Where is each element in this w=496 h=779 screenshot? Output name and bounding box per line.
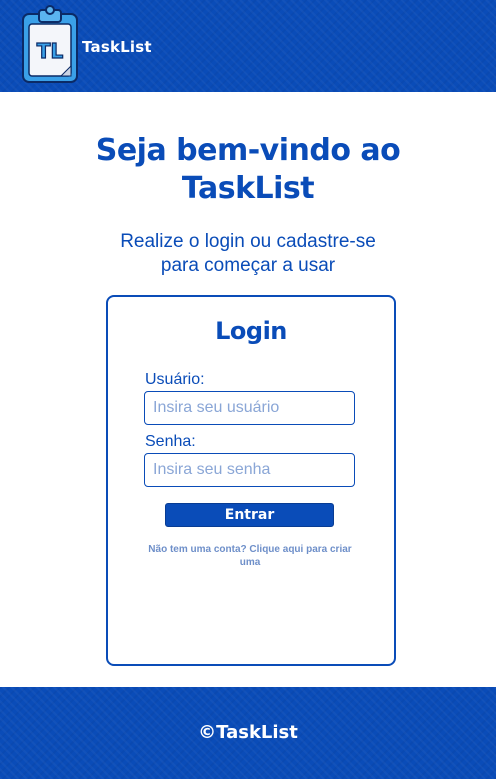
welcome-title-line2: TaskList [181, 171, 315, 206]
welcome-title-line1: Seja bem-vindo ao [95, 133, 401, 168]
login-button[interactable]: Entrar [165, 503, 334, 527]
welcome-title: Seja bem-vindo ao TaskList [0, 132, 496, 208]
welcome-subtitle-line1: Realize o login ou cadastre-se [120, 231, 376, 252]
logo-text: TL [37, 39, 64, 63]
login-title: Login [215, 317, 287, 345]
brand-name: TaskList [82, 38, 152, 56]
app-footer: ©TaskList [0, 687, 496, 779]
username-input[interactable] [144, 391, 355, 425]
app-header: TL TaskList [0, 0, 496, 92]
welcome-subtitle-line2: para começar a usar [160, 255, 336, 276]
password-label: Senha: [145, 433, 196, 450]
clipboard-logo-icon[interactable]: TL [20, 4, 80, 84]
welcome-subtitle: Realize o login ou cadastre-se para come… [60, 230, 436, 278]
login-card: Login Usuário: Senha: Entrar Não tem uma… [106, 295, 396, 666]
username-label: Usuário: [145, 371, 205, 388]
password-input[interactable] [144, 453, 355, 487]
signup-link[interactable]: Não tem uma conta? Clique aqui para cria… [144, 543, 356, 569]
login-page: TL TaskList Seja bem-vindo ao TaskList R… [0, 0, 496, 779]
copyright-text: ©TaskList [198, 722, 298, 743]
